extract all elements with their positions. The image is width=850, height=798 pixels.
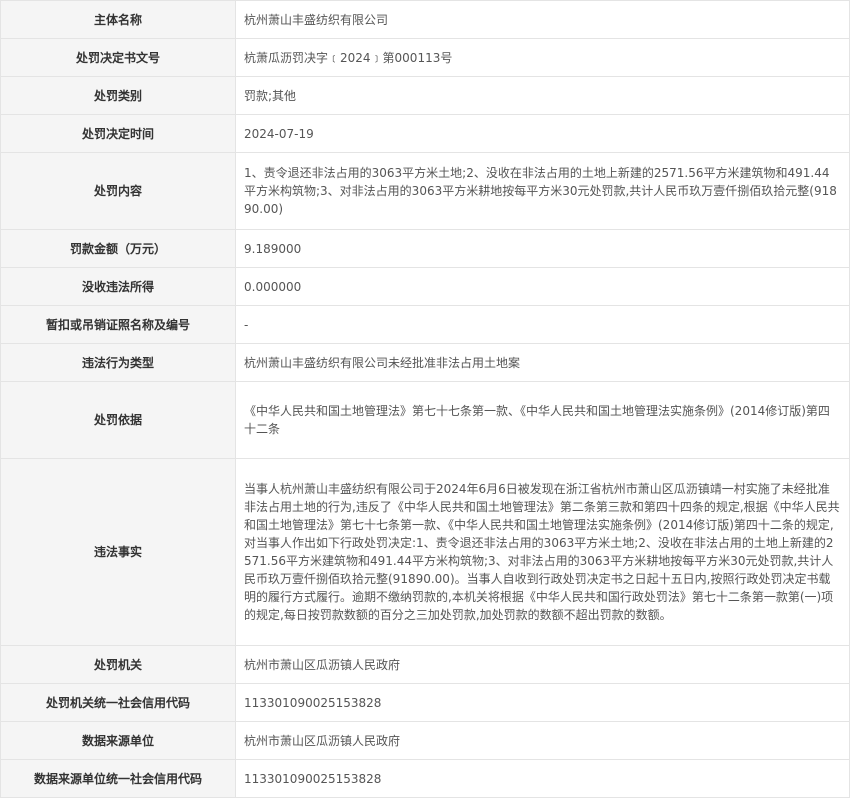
row-decision-number: 处罚决定书文号 杭萧瓜沥罚决字﹝2024﹞第000113号 [0,38,850,77]
penalty-detail-table: 主体名称 杭州萧山丰盛纺织有限公司 处罚决定书文号 杭萧瓜沥罚决字﹝2024﹞第… [0,0,850,798]
row-label: 罚款金额（万元） [0,229,236,268]
row-license-revocation: 暂扣或吊销证照名称及编号 - [0,305,850,344]
row-decision-date: 处罚决定时间 2024-07-19 [0,114,850,153]
row-fine-amount: 罚款金额（万元） 9.189000 [0,229,850,268]
row-label: 处罚类别 [0,76,236,115]
row-value: 2024-07-19 [235,114,850,153]
row-label: 违法行为类型 [0,343,236,382]
row-label: 处罚内容 [0,152,236,230]
row-label: 处罚决定书文号 [0,38,236,77]
row-value: 杭州市萧山区瓜沥镇人民政府 [235,721,850,760]
row-label: 暂扣或吊销证照名称及编号 [0,305,236,344]
row-label: 违法事实 [0,458,236,646]
row-label: 处罚决定时间 [0,114,236,153]
row-authority-credit-code: 处罚机关统一社会信用代码 11330109002515382​8 [0,683,850,722]
row-label: 数据来源单位统一社会信用代码 [0,759,236,798]
row-label: 处罚机关 [0,645,236,684]
row-value: 113301090025153828 [235,759,850,798]
row-label: 处罚依据 [0,381,236,459]
row-value: 1、责令退还非法占用的3063平方米土地;2、没收在非法占用的土地上新建的257… [235,152,850,230]
row-label: 主体名称 [0,0,236,39]
row-legal-basis: 处罚依据 《中华人民共和国土地管理法》第七十七条第一款、《中华人民共和国土地管理… [0,381,850,459]
row-violation-type: 违法行为类型 杭州萧山丰盛纺织有限公司未经批准非法占用土地案 [0,343,850,382]
row-label: 处罚机关统一社会信用代码 [0,683,236,722]
row-value: 杭州市萧山区瓜沥镇人民政府 [235,645,850,684]
row-confiscated-income: 没收违法所得 0.000000 [0,267,850,306]
row-violation-facts: 违法事实 当事人杭州萧山丰盛纺织有限公司于2024年6月6日被发现在浙江省杭州市… [0,458,850,646]
row-penalty-content: 处罚内容 1、责令退还非法占用的3063平方米土地;2、没收在非法占用的土地上新… [0,152,850,230]
row-value: 罚款;其他 [235,76,850,115]
row-label: 没收违法所得 [0,267,236,306]
row-value: 0.000000 [235,267,850,306]
row-label: 数据来源单位 [0,721,236,760]
row-value: 杭州萧山丰盛纺织有限公司 [235,0,850,39]
row-value: 9.189000 [235,229,850,268]
row-penalty-authority: 处罚机关 杭州市萧山区瓜沥镇人民政府 [0,645,850,684]
row-value: - [235,305,850,344]
row-entity-name: 主体名称 杭州萧山丰盛纺织有限公司 [0,0,850,39]
row-data-source: 数据来源单位 杭州市萧山区瓜沥镇人民政府 [0,721,850,760]
row-data-source-credit-code: 数据来源单位统一社会信用代码 113301090025153828 [0,759,850,798]
row-value: 杭萧瓜沥罚决字﹝2024﹞第000113号 [235,38,850,77]
row-value: 当事人杭州萧山丰盛纺织有限公司于2024年6月6日被发现在浙江省杭州市萧山区瓜沥… [235,458,850,646]
row-value: 《中华人民共和国土地管理法》第七十七条第一款、《中华人民共和国土地管理法实施条例… [235,381,850,459]
row-value: 11330109002515382​8 [235,683,850,722]
row-value: 杭州萧山丰盛纺织有限公司未经批准非法占用土地案 [235,343,850,382]
row-penalty-category: 处罚类别 罚款;其他 [0,76,850,115]
